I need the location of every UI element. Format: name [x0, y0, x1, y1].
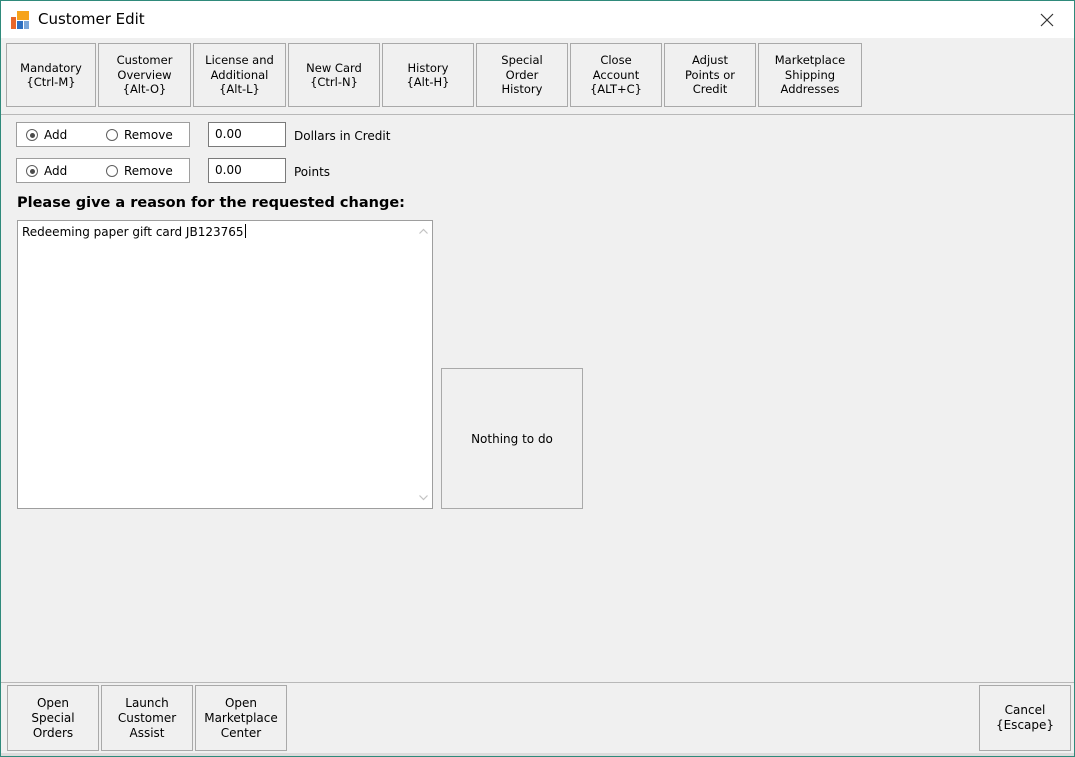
credit-label: Dollars in Credit [294, 129, 391, 143]
credit-add-remove-group: Add Remove [16, 122, 190, 147]
reason-prompt: Please give a reason for the requested c… [17, 195, 405, 211]
text-caret [244, 224, 246, 238]
launch-customer-assist-button[interactable]: Launch Customer Assist [101, 685, 193, 751]
points-label: Points [294, 165, 331, 179]
credit-remove-radio[interactable]: Remove [106, 128, 173, 142]
tab-divider [1, 114, 1074, 115]
tab-new-card[interactable]: New Card {Ctrl-N} [288, 43, 380, 107]
tab-close-account[interactable]: Close Account {ALT+C} [570, 43, 662, 107]
scroll-down-icon[interactable] [418, 492, 429, 503]
radio-checked-icon [26, 165, 38, 177]
customer-edit-window: Customer Edit Mandatory {Ctrl-M} Custome… [0, 0, 1075, 757]
credit-add-radio[interactable]: Add [26, 128, 67, 142]
open-special-orders-button[interactable]: Open Special Orders [7, 685, 99, 751]
tab-adjust-points-credit[interactable]: Adjust Points or Credit [664, 43, 756, 107]
radio-checked-icon [26, 129, 38, 141]
tab-special-order-history[interactable]: Special Order History [476, 43, 568, 107]
open-marketplace-center-button[interactable]: Open Marketplace Center [195, 685, 287, 751]
tab-marketplace-shipping[interactable]: Marketplace Shipping Addresses [758, 43, 862, 107]
tab-mandatory[interactable]: Mandatory {Ctrl-M} [6, 43, 96, 107]
radio-unchecked-icon [106, 165, 118, 177]
credit-add-label: Add [44, 128, 68, 142]
reason-textarea[interactable]: Redeeming paper gift card JB123765 [17, 220, 433, 509]
credit-remove-label: Remove [124, 128, 173, 142]
points-add-radio[interactable]: Add [26, 164, 67, 178]
title-bar: Customer Edit [1, 1, 1074, 38]
points-amount-input[interactable]: 0.00 [208, 158, 286, 183]
tab-customer-overview[interactable]: Customer Overview {Alt-O} [98, 43, 191, 107]
vertical-scrollbar[interactable] [415, 221, 432, 508]
points-add-label: Add [44, 164, 68, 178]
credit-amount-input[interactable]: 0.00 [208, 122, 286, 147]
scroll-up-icon[interactable] [418, 226, 429, 237]
close-button[interactable] [1020, 1, 1074, 38]
points-remove-label: Remove [124, 164, 173, 178]
bottom-divider [1, 682, 1074, 683]
points-remove-radio[interactable]: Remove [106, 164, 173, 178]
radio-unchecked-icon [106, 129, 118, 141]
reason-text-wrap: Redeeming paper gift card JB123765 [22, 224, 246, 239]
underlying-window-strip [1, 753, 1074, 756]
cancel-button[interactable]: Cancel {Escape} [979, 685, 1071, 751]
reason-text: Redeeming paper gift card JB123765 [22, 225, 244, 239]
tab-license-additional[interactable]: License and Additional {Alt-L} [193, 43, 286, 107]
points-add-remove-group: Add Remove [16, 158, 190, 183]
tab-history[interactable]: History {Alt-H} [382, 43, 474, 107]
close-icon [1040, 13, 1054, 26]
window-title: Customer Edit [38, 10, 145, 28]
app-logo-icon [11, 11, 29, 29]
nothing-to-do-button[interactable]: Nothing to do [441, 368, 583, 509]
